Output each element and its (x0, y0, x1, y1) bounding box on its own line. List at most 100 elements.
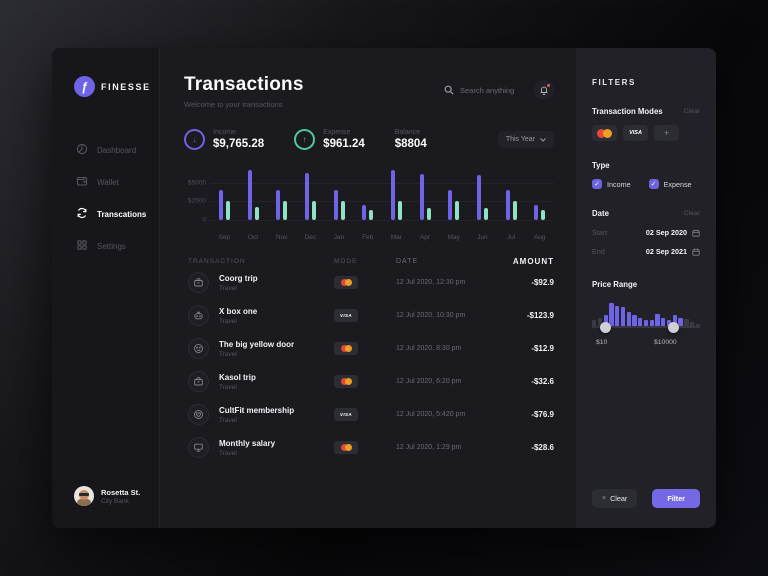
date-clear-link[interactable]: Clear (684, 210, 700, 217)
briefcase-icon (188, 371, 209, 392)
clear-button[interactable]: × Clear (592, 489, 637, 508)
transactions-icon (76, 207, 88, 221)
search-box[interactable] (444, 85, 524, 95)
table-row[interactable]: CultFit membershipTravelVISA12 Jul 2020,… (184, 398, 554, 431)
expense-bar (312, 201, 316, 220)
transaction-amount: -$92.9 (508, 278, 554, 287)
bar-group-mar[interactable] (382, 168, 411, 220)
date-start-text: 02 Sep 2020 (646, 228, 687, 237)
notification-dot (547, 84, 550, 87)
modes-label: Transaction Modes (592, 107, 663, 116)
transaction-amount: -$28.6 (508, 443, 554, 452)
income-ring-icon: ↓ (184, 129, 205, 150)
notifications-button[interactable] (534, 80, 554, 100)
table-row[interactable]: Monthly salaryTravel12 Jul 2020, 1:29 pm… (184, 431, 554, 464)
checkbox-icon: ✓ (649, 179, 659, 189)
income-bar (420, 174, 424, 220)
table-body: Coorg tripTravel12 Jul 2020, 12:30 pm-$9… (184, 266, 554, 464)
stat-value: $961.24 (323, 138, 365, 150)
price-range-label: Price Range (592, 280, 700, 289)
stat-label: Income (213, 129, 264, 136)
page-header: Transactions Welcome to your transaction… (184, 74, 554, 109)
table-row[interactable]: X box oneTravelVISA12 Jul 2020, 10:30 pm… (184, 299, 554, 332)
y-axis-tick: $5000 (184, 179, 206, 186)
histogram-bar (627, 312, 631, 327)
mastercard-badge (334, 441, 358, 454)
bar-group-aug[interactable] (525, 168, 554, 220)
sidebar-item-dashboard[interactable]: Dashboard (52, 139, 159, 161)
date-start-label: Start (592, 228, 607, 237)
col-mode: MODE (334, 258, 396, 265)
chevron-down-icon (540, 138, 546, 142)
search-icon (444, 85, 454, 95)
table-row[interactable]: The big yellow doorTravel12 Jul 2020, 8:… (184, 332, 554, 365)
mastercard-chip[interactable] (592, 125, 617, 141)
income-bar (534, 205, 538, 220)
grid-line (210, 220, 554, 221)
y-axis-tick: 0 (184, 217, 206, 224)
histogram-bar (621, 307, 625, 327)
stats-row: ↓Income$9,765.28↑Expense$961.24Balance$8… (184, 129, 554, 150)
expense-bar (226, 201, 230, 220)
modes-clear-link[interactable]: Clear (684, 108, 700, 115)
income-bar (391, 170, 395, 220)
transaction-date: 12 Jul 2020, 6:20 pm (396, 378, 508, 385)
user-profile[interactable]: Rosetta St. City Bank (74, 486, 140, 506)
date-end-label: End (592, 247, 605, 256)
sidebar: ƒ FINESSE Dashboard Wallet Transcations Set… (52, 48, 160, 528)
transaction-amount: -$12.9 (508, 344, 554, 353)
col-amount: AMOUNT (508, 257, 554, 266)
period-dropdown[interactable]: This Year (498, 131, 554, 148)
bar-group-jun[interactable] (468, 168, 497, 220)
slider-handle-max[interactable] (668, 322, 679, 333)
table-row[interactable]: Coorg tripTravel12 Jul 2020, 12:30 pm-$9… (184, 266, 554, 299)
type-options: ✓Income ✓Expense (592, 179, 700, 189)
transaction-category: Travel (219, 351, 294, 358)
checkbox-expense[interactable]: ✓Expense (649, 179, 692, 189)
date-end-text: 02 Sep 2021 (646, 247, 687, 256)
bar-group-nov[interactable] (267, 168, 296, 220)
bar-group-jul[interactable] (497, 168, 526, 220)
price-min-label: $10 (596, 339, 607, 346)
sidebar-item-transcations[interactable]: Transcations (52, 203, 159, 225)
bar-group-apr[interactable] (411, 168, 440, 220)
slider-handle-min[interactable] (600, 322, 611, 333)
transaction-category: Travel (219, 417, 294, 424)
checkbox-icon: ✓ (592, 179, 602, 189)
sidebar-item-settings[interactable]: Settings (52, 235, 159, 257)
income-bar (506, 190, 510, 220)
clear-button-label: Clear (610, 494, 627, 503)
transaction-date: 12 Jul 2020, 5:420 pm (396, 411, 508, 418)
bar-group-feb[interactable] (353, 168, 382, 220)
transaction-name: Kasol trip (219, 373, 256, 382)
table-row[interactable]: Kasol tripTravel12 Jul 2020, 6:20 pm-$32… (184, 365, 554, 398)
chart-plot-area (210, 168, 554, 220)
date-start-value[interactable]: 02 Sep 2020 (646, 228, 700, 237)
chart-x-labels: SepOctNovDecJanFebMarAprMayJunJulAug (210, 234, 554, 241)
search-input[interactable] (460, 86, 524, 95)
filter-button[interactable]: Filter (652, 489, 700, 508)
user-name: Rosetta St. (101, 488, 140, 497)
stat-expense: ↑Expense$961.24 (294, 129, 365, 150)
bar-group-oct[interactable] (239, 168, 268, 220)
bar-group-dec[interactable] (296, 168, 325, 220)
visa-badge: VISA (334, 408, 358, 421)
bar-group-jan[interactable] (325, 168, 354, 220)
brand-logo: ƒ FINESSE (52, 48, 159, 97)
table-header: TRANSACTION MODE DATE AMOUNT (184, 257, 554, 266)
income-bar (448, 190, 452, 220)
sidebar-item-wallet[interactable]: Wallet (52, 171, 159, 193)
expense-ring-icon: ↑ (294, 129, 315, 150)
close-icon: × (602, 495, 606, 502)
histogram-bar (615, 306, 619, 327)
transaction-category: Travel (219, 318, 257, 325)
bar-group-sep[interactable] (210, 168, 239, 220)
x-axis-label: Sep (210, 234, 239, 241)
income-bar (305, 173, 309, 220)
heart-icon (188, 404, 209, 425)
date-end-value[interactable]: 02 Sep 2021 (646, 247, 700, 256)
checkbox-income[interactable]: ✓Income (592, 179, 631, 189)
add-mode-button[interactable]: + (654, 125, 679, 141)
bar-group-may[interactable] (439, 168, 468, 220)
visa-chip[interactable]: VISA (623, 125, 648, 141)
